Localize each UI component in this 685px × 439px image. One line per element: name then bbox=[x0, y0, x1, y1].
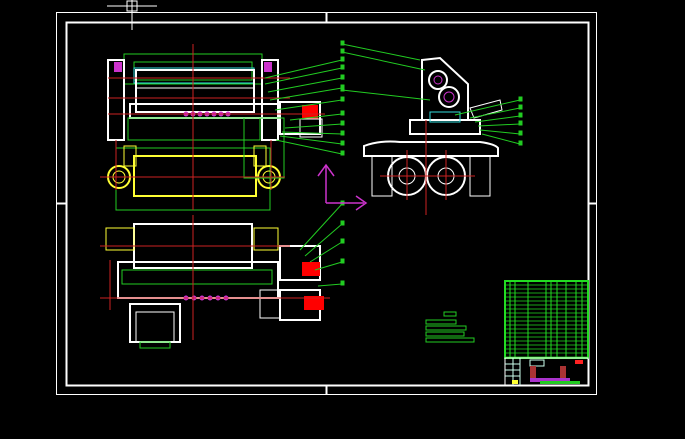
leader-line bbox=[477, 123, 521, 127]
leader-line bbox=[454, 99, 521, 116]
ucs-axis-icon bbox=[317, 163, 368, 211]
drawing-canvas[interactable] bbox=[0, 0, 685, 439]
balloon-marker bbox=[340, 40, 345, 46]
crosshair-cursor-icon bbox=[107, 0, 157, 30]
technical-notes bbox=[425, 311, 475, 343]
balloon-marker bbox=[518, 120, 523, 126]
leader-line bbox=[341, 89, 431, 101]
leader-line bbox=[304, 223, 343, 257]
balloon-marker bbox=[340, 120, 345, 126]
balloon-marker bbox=[518, 96, 523, 102]
balloon-marker bbox=[340, 150, 345, 156]
balloon-marker bbox=[340, 258, 345, 264]
balloon-marker bbox=[340, 130, 345, 136]
plan-view[interactable] bbox=[100, 215, 330, 349]
balloon-marker bbox=[340, 56, 345, 62]
balloon-marker bbox=[518, 140, 523, 146]
side-view[interactable] bbox=[363, 56, 503, 215]
balloon-marker bbox=[340, 96, 345, 102]
balloon-marker bbox=[340, 110, 345, 116]
title-block bbox=[504, 280, 589, 386]
leader-line bbox=[341, 43, 421, 61]
balloon-marker bbox=[340, 48, 345, 54]
balloon-marker bbox=[518, 130, 523, 136]
balloon-marker bbox=[340, 74, 345, 80]
balloon-marker bbox=[340, 140, 345, 146]
leader-line bbox=[341, 51, 426, 71]
leader-line bbox=[264, 59, 343, 79]
balloon-marker bbox=[340, 86, 345, 92]
front-view[interactable] bbox=[100, 44, 325, 211]
balloon-marker bbox=[518, 112, 523, 118]
leader-line bbox=[317, 283, 343, 287]
balloon-marker bbox=[340, 220, 345, 226]
balloon-marker bbox=[340, 64, 345, 70]
leader-line bbox=[299, 203, 343, 251]
leader-line bbox=[275, 139, 343, 155]
balloon-marker bbox=[518, 104, 523, 110]
balloon-marker bbox=[340, 238, 345, 244]
balloon-marker bbox=[340, 280, 345, 286]
leader-line bbox=[474, 115, 521, 123]
leader-line bbox=[284, 123, 343, 129]
leader-line bbox=[479, 129, 521, 135]
leader-line bbox=[264, 67, 343, 85]
